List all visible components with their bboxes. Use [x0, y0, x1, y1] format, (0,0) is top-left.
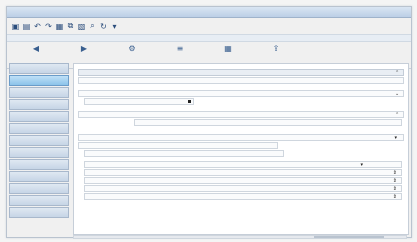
sidebar-item-10[interactable] [9, 171, 69, 182]
sidebar-item-7[interactable] [9, 135, 69, 146]
option-row-8[interactable]: ▾ [84, 161, 402, 168]
ribbon-button-export[interactable]: ⇪ [257, 42, 295, 53]
grid-icon: ▦ [224, 44, 232, 53]
collapse-icon[interactable]: ⌃ [395, 70, 400, 76]
refresh-icon[interactable]: ↻ [99, 22, 108, 31]
option-row-6[interactable] [78, 142, 278, 149]
horizontal-scrollbar[interactable] [73, 235, 407, 239]
sidebar-item-5[interactable] [9, 111, 69, 122]
option-row-10[interactable]: ⇕ [84, 177, 402, 184]
ribbon-button-grid[interactable]: ▦ [209, 42, 247, 53]
ribbon-button-forward[interactable]: ▶ [65, 42, 103, 53]
quick-access-toolbar: ▣ ▤ ↶ ↷ ▦ ⧉ ▧ ⌕ ↻ ▾ [7, 18, 411, 34]
section-subheader [78, 77, 404, 84]
sidebar-item-9[interactable] [9, 159, 69, 170]
title-bar [7, 7, 411, 18]
option-row-12[interactable]: ⇕ [84, 193, 402, 200]
spinner-icon-2[interactable]: ⇕ [393, 178, 397, 184]
sidebar-item-12[interactable] [9, 195, 69, 206]
list-icon: ≡ [176, 44, 184, 53]
option-row-9[interactable]: ⇕ [84, 169, 402, 176]
settings-panel: ⌃ ⌄ ⌃ ▾ ▾ ⇕ ⇕ ⇕ ⇕ [73, 63, 409, 235]
paste-icon[interactable]: ▧ [77, 22, 86, 31]
option-row-11[interactable]: ⇕ [84, 185, 402, 192]
sidebar-item-8[interactable] [9, 147, 69, 158]
spinner-icon-4[interactable]: ⇕ [393, 194, 397, 200]
forward-icon: ▶ [80, 44, 88, 53]
spinner-icon-1[interactable]: ⇕ [393, 170, 397, 176]
section-header[interactable]: ⌃ [78, 69, 404, 76]
save-icon[interactable]: ▣ [11, 22, 20, 31]
sidebar-item-3[interactable] [9, 87, 69, 98]
sidebar-item-4[interactable] [9, 99, 69, 110]
ribbon-button-list[interactable]: ≡ [161, 42, 199, 53]
open-icon[interactable]: ▤ [22, 22, 31, 31]
collapse-icon-2[interactable]: ⌃ [395, 112, 400, 118]
app-window: ▣ ▤ ↶ ↷ ▦ ⧉ ▧ ⌕ ↻ ▾ ◀ ▶ ⚙ ≡ ▦ ⇪ ⌃ ⌄ ⌃ ▾ … [6, 6, 412, 239]
sidebar-item-11[interactable] [9, 183, 69, 194]
address-bar [7, 34, 411, 42]
export-icon: ⇪ [272, 44, 280, 53]
sidebar-item-2[interactable] [9, 75, 69, 86]
option-row-3[interactable]: ⌃ [78, 111, 404, 118]
dropdown-icon[interactable]: ▾ [110, 22, 119, 31]
settings-icon: ⚙ [128, 44, 136, 53]
ribbon-button-settings[interactable]: ⚙ [113, 42, 151, 53]
sidebar-item-13[interactable] [9, 207, 69, 218]
dropdown-icon-2[interactable]: ▾ [360, 162, 363, 168]
ribbon-button-back[interactable]: ◀ [17, 42, 55, 53]
sidebar-item-1[interactable] [9, 63, 69, 74]
checkbox[interactable] [188, 100, 191, 103]
print-icon[interactable]: ▦ [55, 22, 64, 31]
copy-icon[interactable]: ⧉ [66, 21, 75, 31]
back-icon: ◀ [32, 44, 40, 53]
sidebar [9, 63, 69, 219]
option-row-5[interactable]: ▾ [78, 134, 404, 141]
find-icon[interactable]: ⌕ [88, 21, 97, 31]
redo-icon[interactable]: ↷ [44, 22, 53, 31]
scrollbar-thumb[interactable] [314, 236, 384, 238]
option-row-2[interactable] [84, 98, 194, 105]
dropdown-icon-1[interactable]: ▾ [394, 135, 397, 141]
spinner-icon-3[interactable]: ⇕ [393, 186, 397, 192]
option-row-4[interactable] [134, 119, 402, 126]
undo-icon[interactable]: ↶ [33, 22, 42, 31]
option-row-1[interactable]: ⌄ [78, 90, 404, 97]
option-row-7[interactable] [84, 150, 284, 157]
sidebar-item-6[interactable] [9, 123, 69, 134]
expand-icon[interactable]: ⌄ [395, 91, 400, 97]
